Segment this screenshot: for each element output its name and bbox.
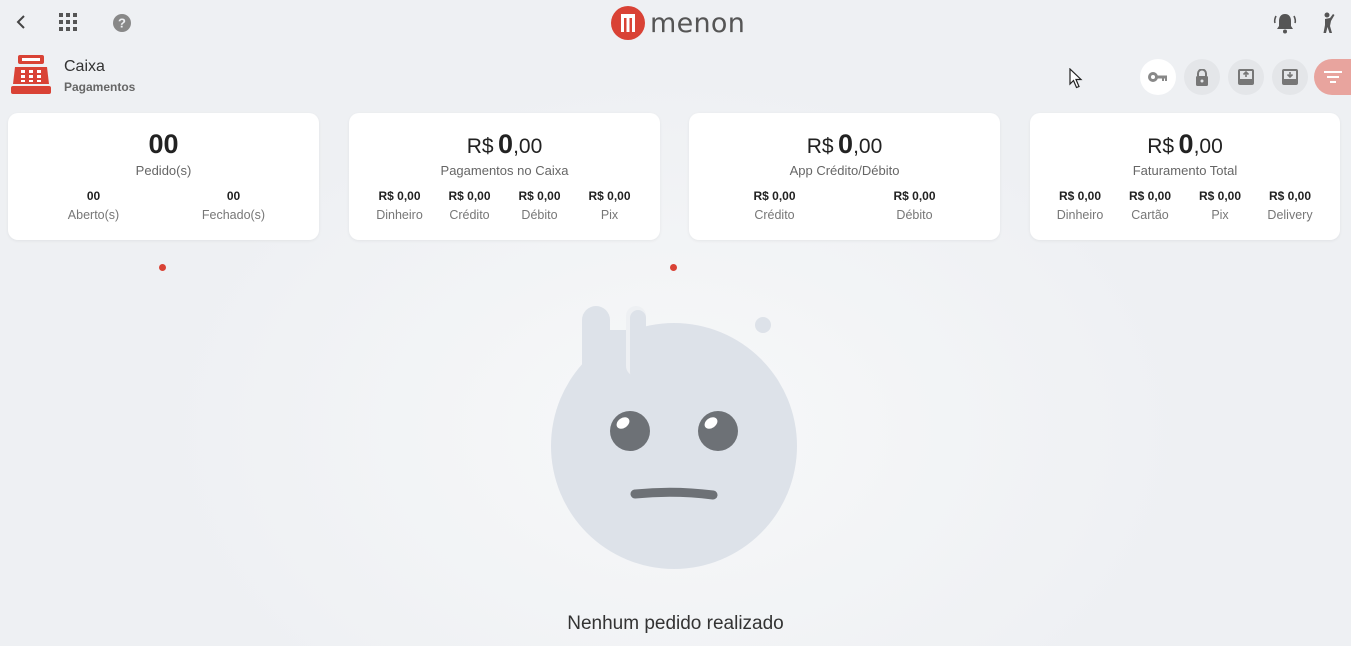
sub-value: R$ 0,00 xyxy=(753,189,796,203)
sub-delivery: R$ 0,00 Delivery xyxy=(1255,189,1325,222)
sub-label: Pix xyxy=(600,208,619,222)
person-icon[interactable] xyxy=(1317,11,1339,35)
card-label: App Crédito/Débito xyxy=(789,163,900,178)
sub-label: Débito xyxy=(521,208,558,222)
orders-count: 00 xyxy=(8,129,319,160)
sub-label: Cartão xyxy=(1131,208,1169,222)
upload-box-button[interactable] xyxy=(1272,59,1308,95)
key-icon xyxy=(1148,72,1167,82)
sub-value: R$ 0,00 xyxy=(518,189,561,203)
sub-cartao: R$ 0,00 Cartão xyxy=(1115,189,1185,222)
card-subvalues: R$ 0,00 Crédito R$ 0,00 Débito xyxy=(689,189,1000,222)
sub-dinheiro: R$ 0,00 Dinheiro xyxy=(365,189,435,222)
top-bar: ? menon xyxy=(0,0,1351,46)
sub-value: 00 xyxy=(86,189,101,203)
card-subvalues: R$ 0,00 Dinheiro R$ 0,00 Cartão R$ 0,00 Pix… xyxy=(1030,189,1340,222)
carousel-dot[interactable] xyxy=(159,264,166,271)
amount-decimal: ,00 xyxy=(1193,135,1223,158)
brand-logo: menon xyxy=(611,6,745,40)
mouse-cursor xyxy=(1069,67,1083,94)
sub-value: R$ 0,00 xyxy=(1128,189,1172,203)
app-credit-debit-card: R$ 0,00 App Crédito/Débito R$ 0,00 Crédit… xyxy=(689,113,1000,240)
amount-decimal: ,00 xyxy=(513,135,543,158)
sub-credito: R$ 0,00 Crédito xyxy=(705,189,845,222)
sub-value: R$ 0,00 xyxy=(448,189,491,203)
lock-button[interactable] xyxy=(1184,59,1220,95)
apps-icon[interactable] xyxy=(57,11,79,33)
amount-integer: 0 xyxy=(1178,129,1194,159)
total-revenue-card: R$ 0,00 Faturamento Total R$ 0,00 Dinheir… xyxy=(1030,113,1340,240)
logo-mark-icon xyxy=(611,6,645,40)
card-label: Faturamento Total xyxy=(1132,163,1238,178)
amount-integer: 0 xyxy=(498,129,514,159)
section-title: Caixa xyxy=(64,58,105,75)
card-subvalues: R$ 0,00 Dinheiro R$ 0,00 Crédito R$ 0,00 Dé… xyxy=(349,189,660,222)
total-revenue-total: R$ 0,00 xyxy=(1030,129,1340,160)
card-label: Pedido(s) xyxy=(135,163,192,178)
sub-pix: R$ 0,00 Pix xyxy=(1185,189,1255,222)
sub-value: 00 xyxy=(226,189,241,203)
orders-card: 00 Pedido(s) 00 Aberto(s) 00 Fechado(s) xyxy=(8,113,319,240)
section-subtitle: Pagamentos xyxy=(64,80,136,94)
sub-debito: R$ 0,00 Débito xyxy=(505,189,575,222)
amount-integer: 0 xyxy=(838,129,854,159)
sub-closed: 00 Fechado(s) xyxy=(164,189,304,222)
sub-open: 00 Aberto(s) xyxy=(24,189,164,222)
sub-debito: R$ 0,00 Débito xyxy=(845,189,985,222)
sub-label: Dinheiro xyxy=(376,208,423,222)
sub-label: Aberto(s) xyxy=(67,208,120,222)
sub-value: R$ 0,00 xyxy=(893,189,936,203)
currency-prefix: R$ xyxy=(466,135,494,158)
orders-count-value: 00 xyxy=(148,129,179,159)
empty-state-message: Nenhum pedido realizado xyxy=(567,613,784,634)
sub-label: Delivery xyxy=(1267,208,1313,222)
back-icon[interactable] xyxy=(10,11,32,33)
sub-credito: R$ 0,00 Crédito xyxy=(435,189,505,222)
currency-prefix: R$ xyxy=(806,135,834,158)
sub-dinheiro: R$ 0,00 Dinheiro xyxy=(1045,189,1115,222)
sub-label: Dinheiro xyxy=(1056,208,1104,222)
help-icon[interactable]: ? xyxy=(111,12,133,34)
section-header: Caixa Pagamentos xyxy=(10,53,135,95)
carousel-dot[interactable] xyxy=(670,264,677,271)
sub-label: Fechado(s) xyxy=(201,208,266,222)
cash-register-icon xyxy=(10,53,52,95)
filter-icon xyxy=(1323,71,1342,83)
cash-payments-total: R$ 0,00 xyxy=(349,129,660,160)
download-box-button[interactable] xyxy=(1228,59,1264,95)
download-box-icon xyxy=(1238,69,1254,85)
amount-decimal: ,00 xyxy=(853,135,883,158)
sub-value: R$ 0,00 xyxy=(378,189,421,203)
app-credit-debit-total: R$ 0,00 xyxy=(689,129,1000,160)
svg-text:?: ? xyxy=(118,16,126,31)
sad-face-illustration xyxy=(540,300,810,575)
notification-bell-icon[interactable] xyxy=(1273,11,1297,35)
sub-label: Débito xyxy=(896,208,933,222)
cash-payments-card: R$ 0,00 Pagamentos no Caixa R$ 0,00 Dinhe… xyxy=(349,113,660,240)
sub-value: R$ 0,00 xyxy=(1268,189,1312,203)
currency-prefix: R$ xyxy=(1147,135,1175,158)
filter-button[interactable] xyxy=(1314,59,1351,95)
brand-name: menon xyxy=(650,7,746,39)
card-label: Pagamentos no Caixa xyxy=(440,163,569,178)
key-button[interactable] xyxy=(1140,59,1176,95)
sub-value: R$ 0,00 xyxy=(1058,189,1102,203)
sub-label: Pix xyxy=(1211,208,1229,222)
card-subvalues: 00 Aberto(s) 00 Fechado(s) xyxy=(8,189,319,222)
sub-label: Crédito xyxy=(449,208,490,222)
sub-value: R$ 0,00 xyxy=(1198,189,1242,203)
sub-label: Crédito xyxy=(754,208,795,222)
sub-value: R$ 0,00 xyxy=(588,189,631,203)
sub-pix: R$ 0,00 Pix xyxy=(575,189,645,222)
lock-icon xyxy=(1196,68,1208,86)
upload-box-icon xyxy=(1282,69,1298,85)
